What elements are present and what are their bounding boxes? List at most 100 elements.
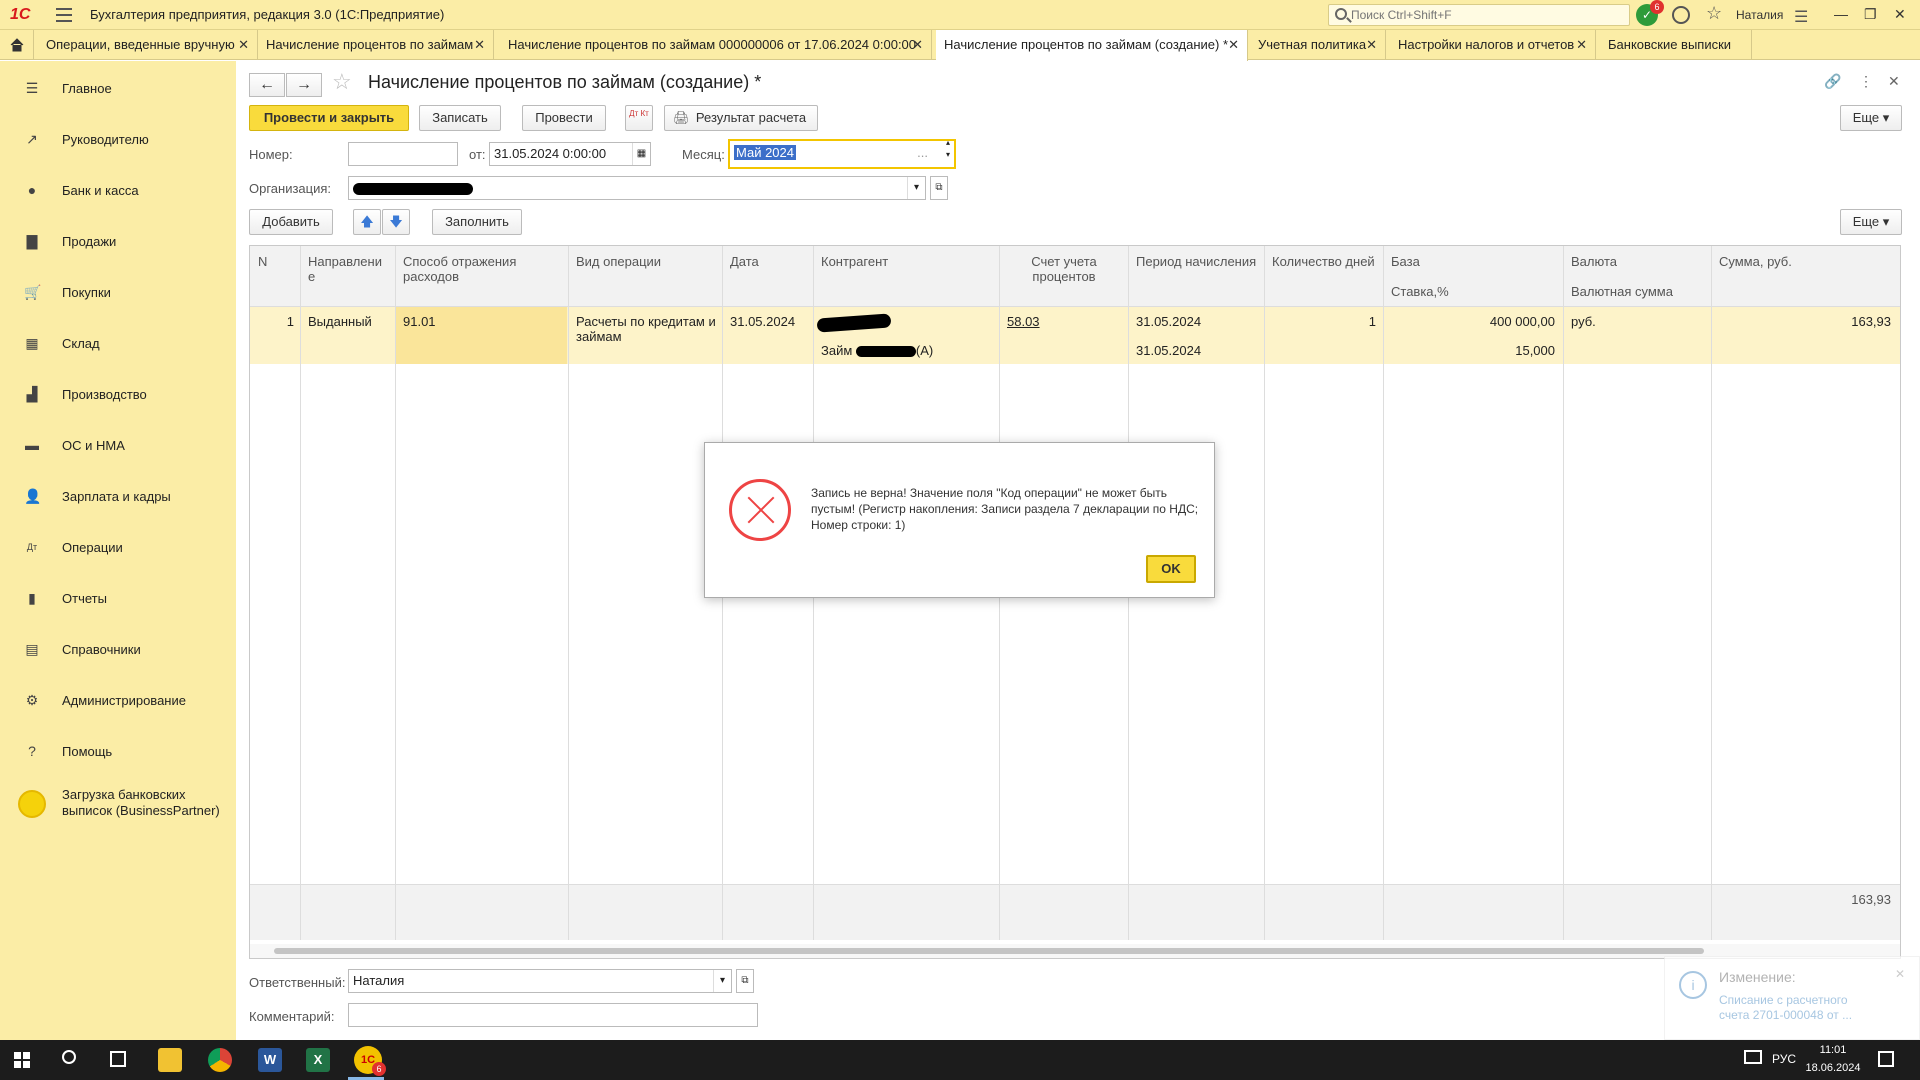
chrome-icon[interactable] <box>208 1048 232 1072</box>
scrollbar-thumb[interactable] <box>274 948 1704 954</box>
word-icon[interactable]: W <box>258 1048 282 1072</box>
sidebar-item-main[interactable]: ☰ Главное <box>0 64 236 115</box>
minimize-icon[interactable]: — <box>1834 6 1848 22</box>
tab-loan-interest-list[interactable]: Начисление процентов по займам ✕ <box>258 30 494 60</box>
current-user[interactable]: Наталия <box>1736 8 1783 22</box>
post-button[interactable]: Провести <box>522 105 606 131</box>
dropdown-icon[interactable]: ▾ <box>713 970 731 992</box>
close-tab-icon[interactable]: ✕ <box>1228 30 1239 60</box>
fill-button[interactable]: Заполнить <box>432 209 522 235</box>
col-direction[interactable]: Направлени е <box>308 254 390 284</box>
hamburger-icon[interactable] <box>56 8 72 22</box>
link-icon[interactable]: 🔗 <box>1824 73 1841 90</box>
language-indicator[interactable]: РУС <box>1772 1052 1796 1066</box>
network-icon[interactable] <box>1744 1050 1762 1064</box>
sidebar-item-manager[interactable]: ↗ Руководителю <box>0 115 236 166</box>
number-field[interactable] <box>348 142 458 166</box>
col-period[interactable]: Период начисления <box>1136 254 1256 269</box>
close-tab-icon[interactable]: ✕ <box>238 30 249 60</box>
sidebar-item-help[interactable]: ? Помощь <box>0 727 236 778</box>
cell-currency[interactable]: руб. <box>1571 314 1596 329</box>
cell-loan[interactable]: Займ (А) <box>821 343 933 358</box>
col-op-type[interactable]: Вид операции <box>576 254 661 269</box>
sidebar-item-admin[interactable]: ⚙ Администрирование <box>0 676 236 727</box>
col-n[interactable]: N <box>258 254 267 269</box>
more-actions-icon[interactable]: ⋮ <box>1859 73 1873 90</box>
table-more-button[interactable]: Еще ▾ <box>1840 209 1902 235</box>
col-base[interactable]: База <box>1391 254 1420 269</box>
home-tab[interactable] <box>0 30 34 60</box>
col-account[interactable]: Счет учета процентов <box>1007 254 1121 284</box>
tab-tax-settings[interactable]: Настройки налогов и отчетов ✕ <box>1390 30 1596 60</box>
action-center-icon[interactable] <box>1878 1051 1894 1067</box>
tab-manual-operations[interactable]: Операции, введенные вручную ✕ <box>38 30 258 60</box>
tab-loan-interest-create[interactable]: Начисление процентов по займам (создание… <box>936 30 1248 61</box>
app-logo[interactable]: 1С <box>10 6 30 24</box>
cell-method[interactable]: 91.01 <box>403 314 436 329</box>
close-tab-icon[interactable]: ✕ <box>912 30 923 60</box>
sidebar-item-salary[interactable]: 👤 Зарплата и кадры <box>0 472 236 523</box>
cell-direction[interactable]: Выданный <box>308 314 372 329</box>
taskbar-search-icon[interactable] <box>62 1050 76 1064</box>
file-explorer-icon[interactable] <box>158 1048 182 1072</box>
responsible-field[interactable]: Наталия ▾ <box>348 969 732 993</box>
change-notification[interactable]: i Изменение: Списание с расчетного счета… <box>1664 956 1920 1040</box>
close-notification-icon[interactable]: ✕ <box>1895 967 1905 981</box>
more-button[interactable]: Еще ▾ <box>1840 105 1902 131</box>
month-field[interactable]: Май 2024 ... ▴ ▾ <box>728 137 956 169</box>
sidebar-item-operations[interactable]: Дт Операции <box>0 523 236 574</box>
sidebar-item-purchases[interactable]: 🛒 Покупки <box>0 268 236 319</box>
horizontal-scrollbar[interactable] <box>250 944 1900 958</box>
save-button[interactable]: Записать <box>419 105 501 131</box>
ok-button[interactable]: OK <box>1146 555 1196 583</box>
clock-date[interactable]: 18.06.2024 <box>1804 1062 1862 1074</box>
cell-period-start[interactable]: 31.05.2024 <box>1136 314 1201 329</box>
organization-field[interactable]: ▾ <box>348 176 926 200</box>
sidebar-item-assets[interactable]: ▬ ОС и НМА <box>0 421 236 472</box>
col-counterparty[interactable]: Контрагент <box>821 254 888 269</box>
cell-rate[interactable]: 15,000 <box>1391 343 1555 358</box>
close-tab-icon[interactable]: ✕ <box>474 30 485 60</box>
col-method[interactable]: Способ отражения расходов <box>403 254 563 284</box>
tab-loan-interest-doc[interactable]: Начисление процентов по займам 000000006… <box>500 30 932 60</box>
sidebar-item-reports[interactable]: ▮ Отчеты <box>0 574 236 625</box>
spin-icon[interactable]: ▴ ▾ <box>946 137 950 161</box>
col-currency[interactable]: Валюта <box>1571 254 1617 269</box>
back-button[interactable]: ← <box>249 73 285 97</box>
cell-account-link[interactable]: 58.03 <box>1007 314 1040 329</box>
favorites-star-icon[interactable]: ☆ <box>1706 3 1722 24</box>
col-rate[interactable]: Ставка,% <box>1391 284 1449 299</box>
cell-base[interactable]: 400 000,00 <box>1391 314 1555 329</box>
select-dots-icon[interactable]: ... <box>917 141 928 165</box>
cell-days[interactable]: 1 <box>1272 314 1376 329</box>
col-date[interactable]: Дата <box>730 254 759 269</box>
dtkt-movements-button[interactable]: Дт Кт <box>625 105 653 131</box>
global-search[interactable] <box>1328 4 1630 26</box>
favorite-star-icon[interactable]: ☆ <box>332 69 352 95</box>
sidebar-item-production[interactable]: ▟ Производство <box>0 370 236 421</box>
col-cur-amount[interactable]: Валютная сумма <box>1571 284 1673 299</box>
search-input[interactable] <box>1351 5 1621 25</box>
close-form-icon[interactable]: ✕ <box>1888 73 1900 90</box>
cell-op-type[interactable]: Расчеты по кредитам и займам <box>576 314 716 344</box>
sidebar-item-catalogs[interactable]: ▤ Справочники <box>0 625 236 676</box>
excel-icon[interactable]: X <box>306 1048 330 1072</box>
notification-text[interactable]: Списание с расчетного счета 2701-000048 … <box>1719 993 1879 1023</box>
col-days[interactable]: Количество дней <box>1272 254 1375 269</box>
sidebar-item-bank[interactable]: ● Банк и касса <box>0 166 236 217</box>
close-tab-icon[interactable]: ✕ <box>1576 30 1587 60</box>
sidebar-item-sales[interactable]: ▇ Продажи <box>0 217 236 268</box>
post-and-close-button[interactable]: Провести и закрыть <box>249 105 409 131</box>
cell-sum[interactable]: 163,93 <box>1719 314 1891 329</box>
date-field[interactable]: 31.05.2024 0:00:00 ▦ <box>489 142 651 166</box>
windows-start-icon[interactable] <box>14 1052 30 1068</box>
calendar-icon[interactable]: ▦ <box>632 143 650 165</box>
calc-result-button[interactable]: 🖨 Результат расчета <box>664 105 818 131</box>
move-down-icon[interactable]: 🡇 <box>382 209 410 235</box>
forward-button[interactable]: → <box>286 73 322 97</box>
close-tab-icon[interactable]: ✕ <box>1366 30 1377 60</box>
open-responsible-icon[interactable]: ⧉ <box>736 969 754 993</box>
history-icon[interactable] <box>1672 6 1690 24</box>
sidebar-item-bank-import[interactable]: Загрузка банковских выписок (BusinessPar… <box>0 778 236 838</box>
col-sum[interactable]: Сумма, руб. <box>1719 254 1792 269</box>
